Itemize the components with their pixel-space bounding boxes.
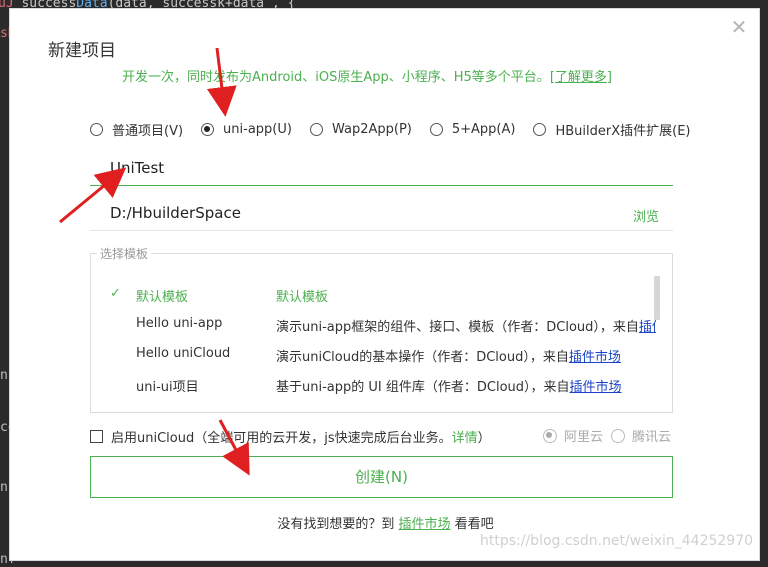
project-type-normal[interactable]: 普通项目(V)	[90, 120, 183, 139]
provider-label: 腾讯云	[631, 430, 671, 445]
provider-aliyun[interactable]: 阿里云	[542, 426, 603, 445]
radio-icon[interactable]	[90, 122, 103, 136]
create-button[interactable]: 创建(N)	[90, 456, 673, 498]
plugin-market-link[interactable]: 插件市场	[569, 350, 621, 365]
radio-icon[interactable]	[429, 122, 443, 136]
project-type-hbuilderx-plugin[interactable]: HBuilderX插件扩展(E)	[533, 120, 691, 139]
unicloud-detail-link[interactable]: 详情	[452, 431, 478, 446]
template-name: Hello uni-app	[136, 316, 223, 331]
radio-icon[interactable]	[309, 122, 323, 136]
project-path-field: 浏览	[90, 197, 673, 231]
subtitle-text: 开发一次，同时发布为Android、iOS原生App、小程序、H5等多个平台。	[122, 70, 550, 85]
project-name-input[interactable]	[108, 158, 592, 178]
cloud-provider-group: 阿里云 腾讯云	[535, 426, 671, 445]
project-type-5plus-app[interactable]: 5+App(A)	[429, 121, 516, 137]
project-name-field	[90, 152, 673, 186]
footer-hint: 没有找到想要的？到 插件市场 看看吧	[277, 517, 494, 532]
unicloud-label: 启用uniCloud（全端可用的云开发，js快速完成后台业务。详情）	[111, 430, 491, 446]
template-name: 默认模板	[136, 290, 189, 305]
radio-checked-icon[interactable]	[201, 122, 215, 136]
radio-icon[interactable]	[610, 428, 625, 443]
template-desc: 演示uni-app框架的组件、接口、模板（作者：DCloud），来自插件市场	[276, 316, 656, 335]
template-row[interactable]: uni-ui项目 基于uni-app的 UI 组件库（作者：DCloud），来自…	[91, 370, 651, 400]
project-type-label: 普通项目(V)	[112, 123, 184, 139]
template-panel: 选择模板 ✓ 默认模板 默认模板 Hello uni-app 演示uni-app…	[90, 245, 673, 413]
provider-label: 阿里云	[563, 430, 603, 445]
dialog-title: 新建项目	[48, 41, 116, 61]
template-row[interactable]: Hello uni-app 演示uni-app框架的组件、接口、模板（作者：DC…	[91, 310, 656, 340]
browse-button[interactable]: 浏览	[633, 206, 659, 225]
watermark: https://blog.csdn.net/weixin_44252970	[480, 533, 754, 549]
footer-plugin-market-link[interactable]: 插件市场	[398, 517, 450, 532]
template-desc: 默认模板	[276, 290, 329, 305]
project-type-label: Wap2App(P)	[331, 121, 412, 137]
plugin-market-link[interactable]: 插件市场	[570, 380, 622, 395]
template-legend: 选择模板	[97, 245, 152, 262]
template-name: Hello uniCloud	[136, 346, 231, 361]
project-type-label: 5+App(A)	[451, 121, 516, 137]
unicloud-checkbox[interactable]	[90, 429, 103, 443]
template-desc: 基于uni-app的 UI 组件库（作者：DCloud），来自插件市场	[276, 380, 622, 395]
project-type-group: 普通项目(V) uni-app(U) Wap2App(P) 5+App(A) H…	[90, 119, 691, 139]
template-row[interactable]: ✓ 默认模板 默认模板	[91, 280, 651, 310]
provider-tencent[interactable]: 腾讯云	[610, 426, 671, 445]
template-list: ✓ 默认模板 默认模板 Hello uni-app 演示uni-app框架的组件…	[91, 280, 656, 400]
template-desc: 演示uniCloud的基本操作（作者：DCloud），来自插件市场	[276, 350, 621, 365]
template-name: uni-ui项目	[136, 380, 199, 395]
project-path-input[interactable]	[108, 203, 592, 223]
radio-icon[interactable]	[533, 122, 547, 136]
project-type-uni-app[interactable]: uni-app(U)	[201, 122, 292, 137]
template-row[interactable]: Hello uniCloud 演示uniCloud的基本操作（作者：DCloud…	[91, 340, 651, 370]
project-type-label: uni-app(U)	[223, 121, 292, 137]
close-icon[interactable]: ✕	[729, 17, 749, 37]
plugin-market-link[interactable]: 插件市场	[639, 320, 656, 335]
new-project-dialog: 新建项目 ✕ 开发一次，同时发布为Android、iOS原生App、小程序、H5…	[9, 8, 760, 561]
project-type-wap2app[interactable]: Wap2App(P)	[309, 121, 412, 137]
dialog-subtitle: 开发一次，同时发布为Android、iOS原生App、小程序、H5等多个平台。[…	[122, 66, 612, 85]
radio-checked-icon[interactable]	[542, 428, 557, 443]
project-type-label: HBuilderX插件扩展(E)	[555, 123, 691, 139]
unicloud-row: 启用uniCloud（全端可用的云开发，js快速完成后台业务。详情） 阿里云 腾…	[90, 426, 673, 446]
learn-more-link[interactable]: [了解更多]	[550, 70, 612, 85]
checkmark-icon: ✓	[110, 286, 121, 301]
